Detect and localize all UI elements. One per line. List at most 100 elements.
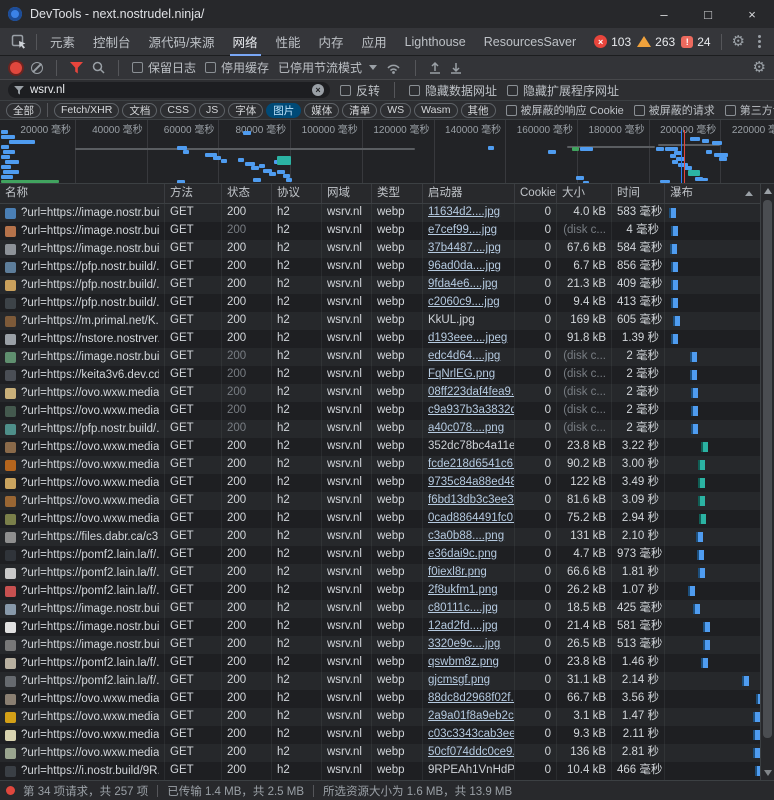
column-header-0[interactable]: 名称 — [0, 184, 165, 203]
table-row[interactable]: ?url=https://pfp.nostr.build/...GET200h2… — [0, 258, 760, 276]
initiator-link[interactable]: 352dc78bc4a11e... — [428, 440, 515, 452]
initiator-link[interactable]: 88dc8d2968f02f... — [428, 692, 515, 704]
filter-chip-wasm[interactable]: Wasm — [414, 103, 457, 118]
preserve-log-checkbox[interactable]: 保留日志 — [132, 59, 196, 76]
vertical-scrollbar[interactable] — [760, 184, 774, 780]
initiator-link[interactable]: 3320e9c....jpg — [428, 638, 500, 650]
invert-filter-checkbox[interactable]: 反转 — [340, 82, 380, 99]
column-header-7[interactable]: Cookie — [515, 184, 557, 203]
table-row[interactable]: ?url=https://ovo.wxw.media...GET200h2wsr… — [0, 690, 760, 708]
table-row[interactable]: ?url=https://pomf2.lain.la/f/...GET200h2… — [0, 582, 760, 600]
filter-chip-media[interactable]: 媒体 — [304, 103, 339, 118]
initiator-link[interactable]: 0cad8864491fc0... — [428, 512, 515, 524]
tab-lighthouse[interactable]: Lighthouse — [396, 28, 475, 56]
settings-gear-icon[interactable]: ⚙ — [732, 34, 745, 49]
column-header-8[interactable]: 大小 — [557, 184, 612, 203]
export-har-icon[interactable] — [450, 61, 462, 74]
tab-application[interactable]: 应用 — [353, 28, 396, 56]
table-row[interactable]: ?url=https://files.dabr.ca/c3...GET200h2… — [0, 528, 760, 546]
table-row[interactable]: ?url=https://pomf2.lain.la/f/...GET200h2… — [0, 546, 760, 564]
initiator-link[interactable]: 9735c84a88ed48... — [428, 476, 515, 488]
initiator-link[interactable]: 2f8ukfm1.png — [428, 584, 498, 596]
initiator-link[interactable]: 11634d2....jpg — [428, 206, 500, 218]
network-settings-gear-icon[interactable]: ⚙ — [753, 60, 766, 75]
initiator-link[interactable]: 9fda4e6....jpg — [428, 278, 498, 290]
filter-chip-doc[interactable]: 文档 — [122, 103, 157, 118]
tab-console[interactable]: 控制台 — [84, 28, 140, 56]
tab-elements[interactable]: 元素 — [41, 28, 84, 56]
filter-chip-fetch-xhr[interactable]: Fetch/XHR — [54, 103, 119, 118]
table-row[interactable]: ?url=https://ovo.wxw.media...GET200h2wsr… — [0, 474, 760, 492]
close-button[interactable]: × — [730, 0, 774, 28]
filter-chip-manifest[interactable]: 清单 — [342, 103, 377, 118]
initiator-link[interactable]: 50cf074ddc0ce9... — [428, 746, 515, 758]
minimize-button[interactable]: – — [642, 0, 686, 28]
table-row[interactable]: ?url=https://image.nostr.bui...GET200h2w… — [0, 618, 760, 636]
initiator-link[interactable]: f6bd13db3c3ee3... — [428, 494, 515, 506]
disable-cache-checkbox[interactable]: 停用缓存 — [205, 59, 269, 76]
clear-network-log-icon[interactable] — [31, 62, 43, 74]
table-row[interactable]: ?url=https://keita3v6.dev.cd...GET200h2w… — [0, 366, 760, 384]
column-header-4[interactable]: 网域 — [322, 184, 372, 203]
initiator-link[interactable]: 2a9a01f8a9eb2c... — [428, 710, 515, 722]
table-row[interactable]: ?url=https://ovo.wxw.media...GET200h2wsr… — [0, 438, 760, 456]
initiator-link[interactable]: c03c3343cab3ee... — [428, 728, 515, 740]
table-row[interactable]: ?url=https://ovo.wxw.media...GET200h2wsr… — [0, 492, 760, 510]
initiator-link[interactable]: f0iexl8r.png — [428, 566, 487, 578]
table-row[interactable]: ?url=https://image.nostr.bui...GET200h2w… — [0, 636, 760, 654]
table-row[interactable]: ?url=https://pomf2.lain.la/f/...GET200h2… — [0, 564, 760, 582]
initiator-link[interactable]: qswbm8z.png — [428, 656, 499, 668]
import-har-icon[interactable] — [429, 61, 441, 74]
table-row[interactable]: ?url=https://ovo.wxw.media...GET200h2wsr… — [0, 456, 760, 474]
table-row[interactable]: ?url=https://pfp.nostr.build/...GET200h2… — [0, 276, 760, 294]
initiator-link[interactable]: e36dai9c.png — [428, 548, 497, 560]
table-row[interactable]: ?url=https://image.nostr.bui...GET200h2w… — [0, 222, 760, 240]
filter-chip-js[interactable]: JS — [199, 103, 225, 118]
initiator-link[interactable]: e7cef99....jpg — [428, 224, 497, 236]
table-row[interactable]: ?url=https://image.nostr.bui...GET200h2w… — [0, 348, 760, 366]
filter-funnel-icon[interactable] — [70, 62, 83, 74]
blocked-requests-checkbox[interactable]: 被屏蔽的请求 — [634, 102, 715, 118]
issues-badge[interactable]: ! 24 — [681, 35, 710, 49]
inspect-element-icon[interactable] — [10, 33, 28, 51]
network-overview-timeline[interactable]: 20000 毫秒40000 毫秒60000 毫秒80000 毫秒100000 毫… — [0, 120, 774, 184]
filter-input[interactable]: wsrv.nl × — [8, 82, 330, 98]
record-network-log-button[interactable] — [10, 62, 22, 74]
tab-network[interactable]: 网络 — [224, 28, 267, 56]
column-header-10[interactable]: 瀑布 — [665, 184, 760, 203]
table-row[interactable]: ?url=https://ovo.wxw.media...GET200h2wsr… — [0, 384, 760, 402]
filter-chip-img[interactable]: 图片 — [266, 103, 301, 118]
filter-chip-font[interactable]: 字体 — [228, 103, 263, 118]
column-header-5[interactable]: 类型 — [372, 184, 423, 203]
table-row[interactable]: ?url=https://pomf2.lain.la/f/...GET200h2… — [0, 672, 760, 690]
table-row[interactable]: ?url=https://pfp.nostr.build/...GET200h2… — [0, 294, 760, 312]
table-row[interactable]: ?url=https://image.nostr.bui...GET200h2w… — [0, 204, 760, 222]
table-row[interactable]: ?url=https://ovo.wxw.media...GET200h2wsr… — [0, 744, 760, 762]
table-row[interactable]: ?url=https://ovo.wxw.media...GET200h2wsr… — [0, 510, 760, 528]
table-row[interactable]: ?url=https://pfp.nostr.build/...GET200h2… — [0, 420, 760, 438]
tab-performance[interactable]: 性能 — [267, 28, 310, 56]
initiator-link[interactable]: gjcmsgf.png — [428, 674, 490, 686]
initiator-link[interactable]: 9RPEAh1VnHdPz... — [428, 764, 515, 776]
initiator-link[interactable]: 12ad2fd....jpg — [428, 620, 498, 632]
clear-filter-icon[interactable]: × — [312, 84, 324, 96]
table-row[interactable]: ?url=https://pomf2.lain.la/f/...GET200h2… — [0, 654, 760, 672]
initiator-link[interactable]: FqNrlEG.png — [428, 368, 495, 380]
network-conditions-icon[interactable] — [386, 61, 402, 74]
column-header-1[interactable]: 方法 — [165, 184, 222, 203]
column-header-6[interactable]: 启动器 — [423, 184, 515, 203]
console-warnings-badge[interactable]: 263 — [637, 35, 675, 49]
column-header-3[interactable]: 协议 — [272, 184, 322, 203]
tab-memory[interactable]: 内存 — [310, 28, 353, 56]
initiator-link[interactable]: edc4d64....jpg — [428, 350, 500, 362]
initiator-link[interactable]: c80111c....jpg — [428, 602, 498, 614]
initiator-link[interactable]: 96ad0da....jpg — [428, 260, 501, 272]
maximize-button[interactable]: □ — [686, 0, 730, 28]
scroll-up-icon[interactable] — [764, 188, 772, 194]
column-header-9[interactable]: 时间 — [612, 184, 665, 203]
hide-extension-urls-checkbox[interactable]: 隐藏扩展程序网址 — [507, 82, 619, 99]
column-header-2[interactable]: 状态 — [222, 184, 272, 203]
initiator-link[interactable]: c3a0b88....png — [428, 530, 504, 542]
scroll-down-icon[interactable] — [764, 770, 772, 776]
initiator-link[interactable]: a40c078....png — [428, 422, 504, 434]
